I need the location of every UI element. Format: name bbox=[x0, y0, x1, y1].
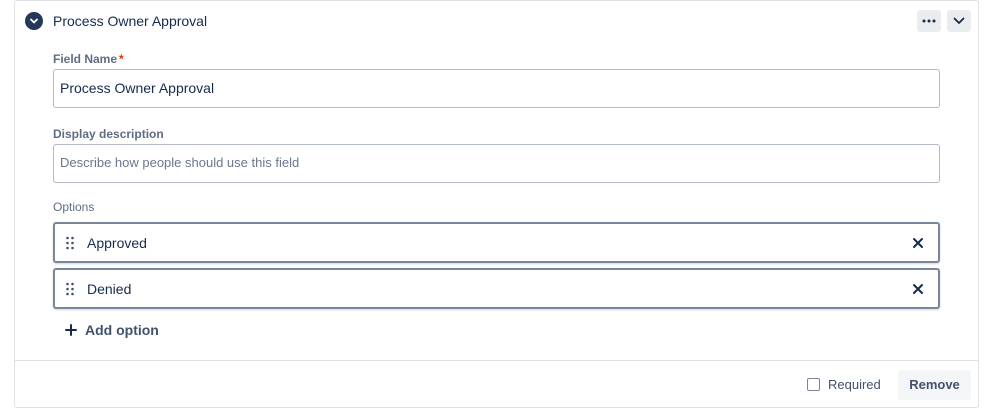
field-name-label: Field Name * bbox=[53, 52, 124, 66]
option-item[interactable]: Approved bbox=[53, 222, 940, 263]
plus-icon bbox=[65, 324, 77, 336]
option-item[interactable]: Denied bbox=[53, 268, 940, 309]
more-actions-button[interactable] bbox=[917, 10, 941, 32]
footer-divider bbox=[15, 360, 978, 361]
field-name-label-text: Field Name bbox=[53, 52, 118, 66]
collapse-toggle-icon[interactable] bbox=[25, 12, 43, 30]
chevron-down-icon bbox=[953, 17, 965, 24]
required-checkbox[interactable] bbox=[807, 378, 820, 391]
field-card: Process Owner Approval Field Name * Proce… bbox=[14, 0, 979, 408]
field-card-title: Process Owner Approval bbox=[53, 13, 208, 29]
drag-handle-icon[interactable] bbox=[65, 282, 75, 296]
required-label: Required bbox=[828, 377, 881, 392]
option-label: Approved bbox=[87, 235, 147, 251]
field-card-header[interactable]: Process Owner Approval bbox=[15, 1, 978, 41]
close-icon[interactable] bbox=[911, 236, 925, 250]
drag-handle-icon[interactable] bbox=[65, 236, 75, 250]
close-icon[interactable] bbox=[911, 282, 925, 296]
more-horizontal-icon bbox=[922, 19, 936, 23]
options-label: Options bbox=[53, 200, 95, 214]
remove-button[interactable]: Remove bbox=[898, 370, 971, 400]
add-option-button[interactable]: Add option bbox=[65, 320, 159, 340]
field-name-input[interactable]: Process Owner Approval bbox=[53, 69, 940, 108]
option-label: Denied bbox=[87, 281, 132, 297]
required-asterisk: * bbox=[119, 52, 124, 66]
chevron-down-icon bbox=[30, 18, 38, 24]
display-description-label: Display description bbox=[53, 127, 164, 141]
expand-collapse-button[interactable] bbox=[947, 10, 971, 32]
add-option-label: Add option bbox=[85, 322, 159, 338]
display-description-input[interactable]: Describe how people should use this fiel… bbox=[53, 144, 940, 183]
required-toggle[interactable]: Required bbox=[807, 377, 881, 392]
